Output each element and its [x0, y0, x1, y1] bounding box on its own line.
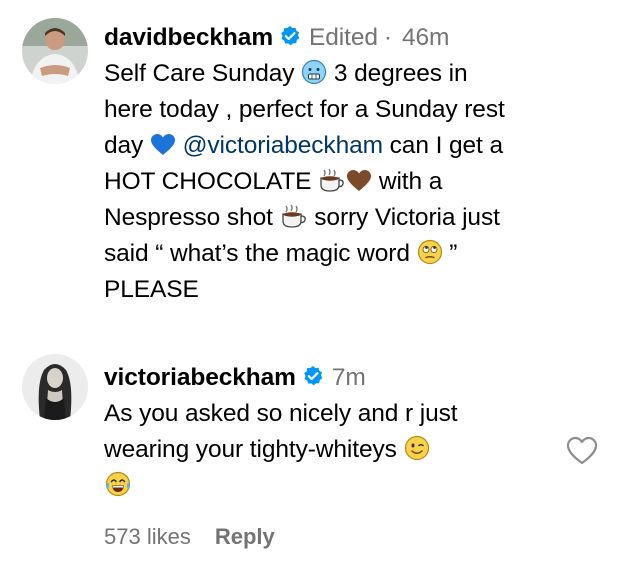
- timestamp: 46m: [401, 24, 450, 51]
- comment-text-line: PLEASE: [104, 276, 199, 303]
- edited-label: Edited: [309, 24, 378, 51]
- comment-text-line: Self Care Sunday 3 degrees in: [104, 56, 468, 96]
- verified-badge-icon: [279, 22, 301, 58]
- comment-text-line: Nespresso shot sorry Victoria just: [104, 200, 500, 240]
- comment-text-line: here today , perfect for a Sunday rest: [104, 96, 505, 123]
- eye-roll-emoji: [417, 239, 443, 276]
- comment-text-line: HOT CHOCOLATE with a: [104, 164, 442, 204]
- avatar[interactable]: [22, 18, 88, 84]
- comment-text-line: said “ what’s the magic word ”: [104, 236, 457, 276]
- verified-badge-icon: [302, 362, 324, 398]
- tears-of-joy-emoji: [104, 471, 132, 508]
- separator-dot: ·: [383, 24, 392, 51]
- comment-footer: 573 likes Reply: [104, 520, 275, 554]
- mention-link[interactable]: @victoriabeckham: [183, 132, 383, 159]
- blue-heart-emoji: [150, 132, 176, 168]
- like-button[interactable]: [566, 436, 598, 471]
- winking-face-emoji: [404, 435, 430, 472]
- username[interactable]: victoriabeckham: [104, 364, 296, 391]
- hot-beverage-emoji: [280, 203, 308, 240]
- username[interactable]: davidbeckham: [104, 24, 273, 51]
- comment-text-line: day @victoriabeckham can I get a: [104, 128, 503, 168]
- comment-text-line: wearing your tighty-whiteys: [104, 432, 430, 472]
- hot-beverage-emoji: [318, 167, 346, 204]
- comment-text-line: As you asked so nicely and r just: [104, 400, 458, 427]
- comment-text-line: [104, 468, 132, 508]
- timestamp: 7m: [331, 364, 366, 391]
- heart-outline-icon: [566, 436, 598, 470]
- avatar[interactable]: [22, 354, 88, 420]
- cold-face-emoji: [301, 59, 327, 96]
- brown-heart-emoji: [346, 168, 372, 204]
- reply-button[interactable]: Reply: [215, 524, 275, 549]
- likes-count[interactable]: 573 likes: [104, 524, 191, 549]
